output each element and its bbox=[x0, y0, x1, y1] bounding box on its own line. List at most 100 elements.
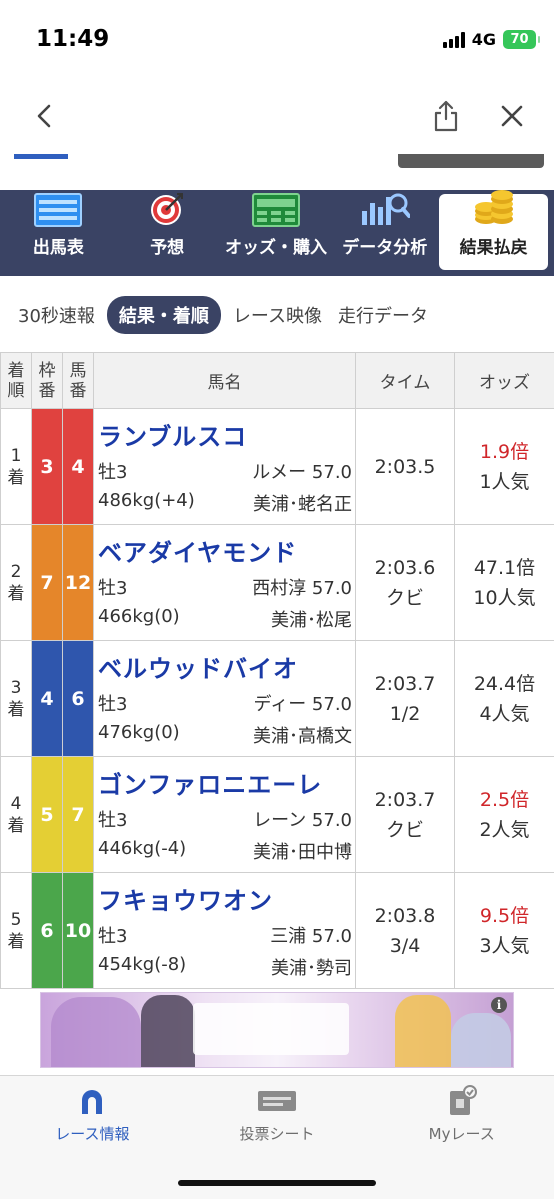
frame-number: 4 bbox=[31, 640, 63, 757]
share-button[interactable] bbox=[424, 94, 468, 138]
trainer: 美浦･松尾 bbox=[271, 610, 352, 631]
horse-name-link[interactable]: ベアダイヤモンド bbox=[98, 533, 352, 568]
header-time: タイム bbox=[355, 352, 455, 409]
time-cell: 2:03.8 3/4 bbox=[355, 872, 455, 989]
racecard-icon bbox=[34, 193, 83, 227]
nav-item-label: 予想 bbox=[150, 238, 185, 258]
body-weight: 476kg(0) bbox=[98, 722, 180, 743]
bottom-tab-label: Myレース bbox=[428, 1125, 495, 1143]
nav-item-label: 出馬表 bbox=[32, 238, 84, 258]
close-button[interactable] bbox=[490, 94, 534, 138]
horse-cell: フキョウワオン 牡3 三浦 57.0 454kg(-8) 美浦･勢司 bbox=[93, 872, 356, 989]
ipat-icon bbox=[251, 193, 300, 227]
cellular-signal-icon bbox=[442, 31, 465, 48]
home-indicator[interactable] bbox=[178, 1180, 376, 1186]
finish-time: 2:03.5 bbox=[374, 455, 436, 478]
ad-character-figure bbox=[395, 995, 451, 1067]
nav-item-data-analysis[interactable]: データ分析 bbox=[330, 193, 439, 270]
horse-cell: ゴンファロニエーレ 牡3 レーン 57.0 446kg(-4) 美浦･田中博 bbox=[93, 756, 356, 873]
ad-info-icon[interactable]: i bbox=[491, 997, 507, 1013]
main-nav: 出馬表 予想 オッズ・購入 データ分析 結果払戻 bbox=[0, 190, 554, 276]
ad-character-figure bbox=[51, 997, 141, 1067]
rank-cell: 5着 bbox=[0, 872, 32, 989]
rank-cell: 4着 bbox=[0, 756, 32, 873]
finish-time: 2:03.8 bbox=[374, 904, 436, 927]
horse-name-link[interactable]: ゴンファロニエーレ bbox=[98, 765, 352, 800]
header-rank: 着順 bbox=[0, 352, 32, 409]
frame-number: 5 bbox=[31, 756, 63, 873]
body-weight: 466kg(0) bbox=[98, 606, 180, 627]
horse-cell: ベアダイヤモンド 牡3 西村淳 57.0 466kg(0) 美浦･松尾 bbox=[93, 524, 356, 641]
finish-time: 2:03.7 bbox=[374, 788, 436, 811]
tab-race-info[interactable]: レース情報 bbox=[0, 1076, 185, 1156]
body-weight: 446kg(-4) bbox=[98, 838, 187, 859]
tab-running-data[interactable]: 走行データ bbox=[330, 296, 436, 334]
tab-30sec-flash[interactable]: 30秒速報 bbox=[10, 296, 103, 334]
ad-text-card bbox=[193, 1003, 349, 1055]
trainer: 美浦･勢司 bbox=[271, 958, 352, 979]
odds-value: 47.1倍 bbox=[473, 556, 536, 579]
body-weight: 486kg(+4) bbox=[98, 490, 195, 511]
tab-my-race[interactable]: Myレース bbox=[369, 1076, 554, 1156]
finish-time: 2:03.7 bbox=[374, 672, 436, 695]
table-row[interactable]: 4着 5 7 ゴンファロニエーレ 牡3 レーン 57.0 446kg(-4) 美浦･… bbox=[0, 756, 554, 873]
odds-cell: 24.4倍 4人気 bbox=[454, 640, 554, 757]
battery-icon: 70 bbox=[503, 30, 540, 49]
table-row[interactable]: 5着 6 10 フキョウワオン 牡3 三浦 57.0 454kg(-8) 美浦･勢司… bbox=[0, 872, 554, 989]
horse-number: 4 bbox=[62, 408, 94, 525]
horse-cell: ランブルスコ 牡3 ルメー 57.0 486kg(+4) 美浦･蛯名正 bbox=[93, 408, 356, 525]
nav-item-racecard[interactable]: 出馬表 bbox=[4, 193, 113, 270]
status-indicators: 4G 70 bbox=[442, 30, 540, 49]
horse-number: 6 bbox=[62, 640, 94, 757]
my-race-icon bbox=[449, 1085, 477, 1115]
popularity: 3人気 bbox=[479, 934, 530, 957]
jockey-weight: 西村淳 57.0 bbox=[252, 578, 352, 599]
ad-banner[interactable]: i bbox=[40, 992, 514, 1068]
rank-cell: 2着 bbox=[0, 524, 32, 641]
rank-cell: 3着 bbox=[0, 640, 32, 757]
scrolled-content-edge bbox=[0, 154, 554, 190]
results-table: 着順 枠番 馬番 馬名 タイム オッズ 1着 3 4 ランブルスコ 牡3 ルメー … bbox=[0, 352, 554, 989]
table-row[interactable]: 1着 3 4 ランブルスコ 牡3 ルメー 57.0 486kg(+4) 美浦･蛯名正… bbox=[0, 408, 554, 525]
nav-item-results-payout[interactable]: 結果払戻 bbox=[439, 190, 548, 270]
browser-nav-bar bbox=[0, 80, 554, 154]
time-cell: 2:03.7 クビ bbox=[355, 756, 455, 873]
margin: 1/2 bbox=[389, 702, 421, 725]
popularity: 2人気 bbox=[479, 818, 530, 841]
horse-name-link[interactable]: ベルウッドバイオ bbox=[98, 649, 352, 684]
nav-item-label: データ分析 bbox=[342, 238, 428, 258]
tab-race-video[interactable]: レース映像 bbox=[225, 296, 330, 334]
table-row[interactable]: 3着 4 6 ベルウッドバイオ 牡3 ディー 57.0 476kg(0) 美浦･高橋… bbox=[0, 640, 554, 757]
share-icon bbox=[434, 100, 458, 132]
horseshoe-icon bbox=[82, 1090, 103, 1114]
horse-cell: ベルウッドバイオ 牡3 ディー 57.0 476kg(0) 美浦･高橋文 bbox=[93, 640, 356, 757]
margin: クビ bbox=[385, 586, 424, 609]
odds-cell: 2.5倍 2人気 bbox=[454, 756, 554, 873]
tab-voting-sheet[interactable]: 投票シート bbox=[185, 1076, 370, 1156]
horse-name-link[interactable]: フキョウワオン bbox=[98, 881, 352, 916]
horse-number: 10 bbox=[62, 872, 94, 989]
odds-cell: 9.5倍 3人気 bbox=[454, 872, 554, 989]
ad-character-figure bbox=[141, 995, 195, 1067]
header-frame: 枠番 bbox=[31, 352, 63, 409]
table-row[interactable]: 2着 7 12 ベアダイヤモンド 牡3 西村淳 57.0 466kg(0) 美浦･松… bbox=[0, 524, 554, 641]
nav-item-prediction[interactable]: 予想 bbox=[113, 193, 222, 270]
coins-icon bbox=[474, 190, 513, 224]
horse-number: 7 bbox=[62, 756, 94, 873]
time-cell: 2:03.5 bbox=[355, 408, 455, 525]
nav-item-odds-purchase[interactable]: オッズ・購入 bbox=[222, 193, 331, 270]
time-cell: 2:03.7 1/2 bbox=[355, 640, 455, 757]
odds-value: 9.5倍 bbox=[479, 904, 530, 927]
sex-age: 牡3 bbox=[98, 810, 128, 831]
tab-results-order[interactable]: 結果・着順 bbox=[106, 296, 221, 334]
header-odds: オッズ bbox=[454, 352, 554, 409]
scrolled-blue-element bbox=[14, 154, 68, 159]
jockey-weight: レーン 57.0 bbox=[253, 810, 352, 831]
odds-value: 2.5倍 bbox=[479, 788, 530, 811]
back-button[interactable] bbox=[22, 94, 66, 138]
horse-name-link[interactable]: ランブルスコ bbox=[98, 417, 352, 452]
odds-value: 24.4倍 bbox=[473, 672, 536, 695]
time-cell: 2:03.6 クビ bbox=[355, 524, 455, 641]
nav-item-label: オッズ・購入 bbox=[224, 238, 327, 258]
jockey-weight: ルメー 57.0 bbox=[252, 462, 352, 483]
